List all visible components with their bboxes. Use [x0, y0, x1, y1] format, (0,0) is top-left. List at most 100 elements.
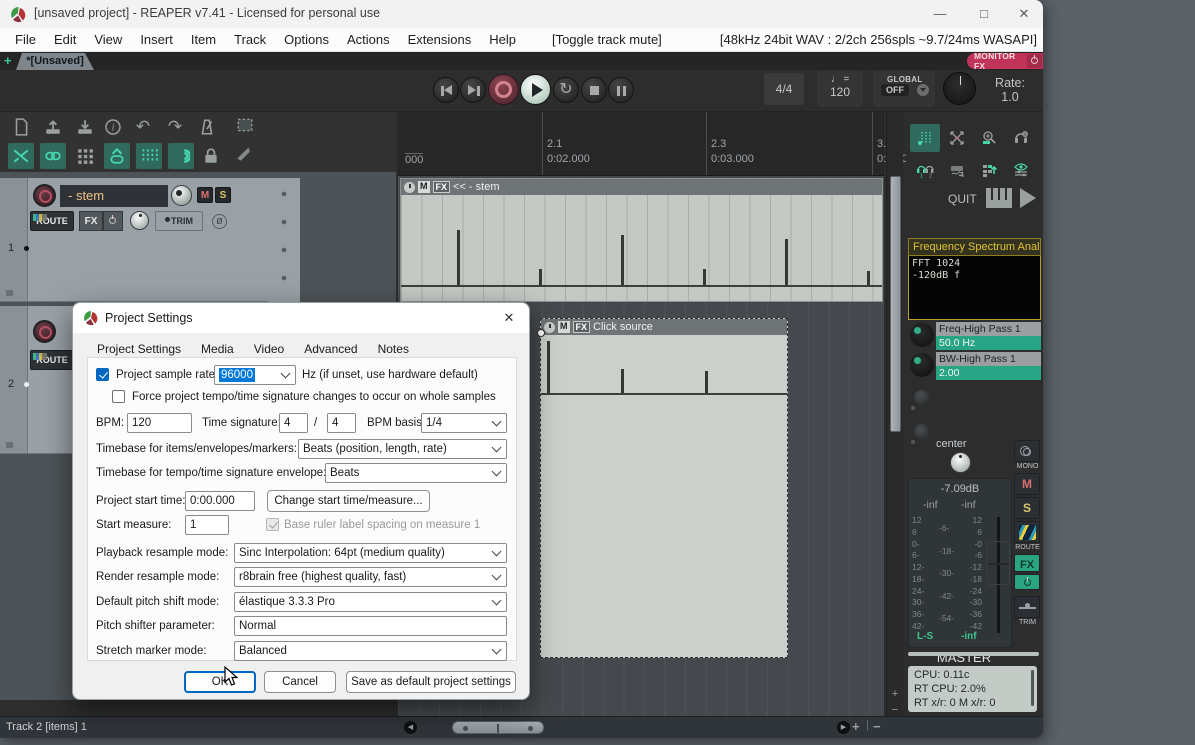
undo-icon[interactable]: ↶	[130, 114, 156, 140]
auto-crossfade-icon[interactable]	[8, 143, 34, 169]
start-measure-input[interactable]	[185, 515, 229, 535]
time-sig-numerator-input[interactable]	[279, 413, 308, 433]
master-channel-strip[interactable]: -7.09dB -inf -inf 1260-6-12-18-24-30-36-…	[908, 478, 1012, 648]
media-item-header[interactable]: M FX << - stem	[401, 179, 882, 195]
add-project-tab-button[interactable]: +	[4, 55, 12, 67]
perf-scrollbar[interactable]	[1031, 670, 1034, 706]
track1-fx-bypass-button[interactable]	[103, 211, 123, 231]
force-tempo-checkbox[interactable]	[112, 390, 125, 403]
time-sig-denominator-input[interactable]	[327, 413, 356, 433]
meter-mode[interactable]: L-S	[917, 631, 933, 642]
save-project-icon[interactable]	[72, 114, 98, 140]
menu-item[interactable]: Actions	[338, 32, 399, 47]
scroll-left-button[interactable]: ◀	[404, 721, 417, 734]
open-project-icon[interactable]	[40, 114, 66, 140]
track1-fx-button[interactable]: FX	[79, 211, 103, 231]
item-fx-button[interactable]: FX	[433, 181, 451, 193]
vertical-scrollbar-thumb[interactable]	[890, 176, 901, 432]
track1-phase-button[interactable]: ø	[212, 214, 227, 229]
rate-value[interactable]: 1.0	[984, 90, 1036, 104]
scroll-right-button[interactable]: ▶	[837, 721, 850, 734]
waveform-arrow-icon[interactable]	[942, 156, 972, 184]
bpm-basis-combo[interactable]: 1/4	[421, 413, 507, 433]
audio-device-status[interactable]: [48kHz 24bit WAV : 2/2ch 256spls ~9.7/24…	[720, 32, 1037, 47]
play-region-icon[interactable]	[1020, 188, 1036, 208]
fx-window-title[interactable]: Frequency Spectrum Anal	[908, 238, 1041, 256]
media-item-header[interactable]: M FX Click source	[541, 319, 787, 335]
vertical-zoom-out-button[interactable]: −	[887, 422, 903, 434]
menu-item[interactable]: Item	[182, 32, 225, 47]
quit-button[interactable]: QUIT	[948, 192, 977, 206]
virtual-keyboard-icon[interactable]	[986, 188, 1012, 208]
horizontal-zoom-in-button[interactable]: +	[852, 719, 860, 734]
horizontal-zoom-out-button[interactable]: −	[873, 719, 881, 734]
arrange-vertical-scrollbar[interactable]: − + −	[886, 112, 903, 716]
menu-item[interactable]: Options	[275, 32, 338, 47]
stop-button[interactable]	[581, 77, 607, 103]
timeline-ruler[interactable]: 000 2.10:02.000 2.30:03.000 3.10:04.0	[398, 112, 884, 176]
playrate-knob[interactable]	[943, 72, 976, 105]
go-to-end-button[interactable]	[460, 77, 486, 103]
pitch-param-input[interactable]	[234, 616, 507, 636]
headphones-12-icon[interactable]: 12	[910, 156, 940, 184]
track1-solo-button[interactable]: S	[215, 187, 231, 203]
pitch-mode-combo[interactable]: élastique 3.3.3 Pro	[234, 592, 507, 612]
item-fx-button[interactable]: FX	[573, 321, 591, 333]
title-bar[interactable]: [unsaved project] - REAPER v7.41 - Licen…	[0, 0, 1043, 28]
param-value[interactable]: 50.0 Hz	[936, 336, 1041, 350]
razor-edit-icon[interactable]	[230, 141, 256, 167]
dialog-title-bar[interactable]: Project Settings ✕	[73, 303, 529, 333]
change-start-time-button[interactable]: Change start time/measure...	[267, 490, 430, 512]
track1-trim-envelope-button[interactable]: TRIM	[155, 211, 203, 231]
track1-pan-knob[interactable]	[171, 185, 192, 206]
global-automation-control[interactable]: GLOBAL OFF	[873, 71, 935, 107]
maximize-button[interactable]: □	[969, 4, 999, 24]
menu-item[interactable]: File	[6, 32, 45, 47]
close-button[interactable]: ✕	[1009, 4, 1039, 24]
marquee-select-icon[interactable]	[232, 112, 258, 138]
go-to-start-button[interactable]	[433, 77, 459, 103]
lock-icon[interactable]	[198, 143, 224, 169]
show-envelopes-icon[interactable]	[1006, 156, 1036, 184]
track2-route-button[interactable]: ROUTE	[30, 350, 74, 370]
item-mute-button[interactable]: M	[558, 321, 570, 333]
cancel-button[interactable]: Cancel	[264, 671, 336, 693]
stretch-mode-combo[interactable]: Balanced	[234, 641, 507, 661]
envelope-points-icon[interactable]	[104, 143, 130, 169]
performance-meter[interactable]: CPU: 0.11c RT CPU: 2.0% RT x/r: 0 M x/r:…	[908, 666, 1037, 712]
zoom-out-all-icon[interactable]	[942, 124, 972, 152]
start-time-input[interactable]	[185, 491, 255, 511]
minimize-button[interactable]: —	[925, 4, 955, 24]
track1-name[interactable]: - stem	[60, 185, 168, 207]
grid-visible-icon[interactable]	[910, 124, 940, 152]
master-fx-bypass-button[interactable]	[1014, 574, 1040, 590]
master-fader-handle[interactable]	[987, 541, 1010, 585]
playback-resample-combo[interactable]: Sinc Interpolation: 64pt (medium quality…	[234, 543, 507, 563]
monitor-info-icon[interactable]: i	[1006, 124, 1036, 152]
bpm-value[interactable]: 120	[817, 85, 863, 99]
snap-magnet-icon[interactable]	[168, 143, 194, 169]
menu-item[interactable]: Extensions	[399, 32, 481, 47]
render-resample-combo[interactable]: r8brain free (highest quality, fast)	[234, 567, 507, 587]
insert-rows-icon[interactable]	[974, 156, 1004, 184]
item-grouping-icon[interactable]	[40, 143, 66, 169]
media-item-stem[interactable]: M FX << - stem	[400, 178, 883, 302]
spectrum-analyzer-display[interactable]: FFT 1024 -120dB f	[908, 256, 1041, 320]
spare-knob-2[interactable]	[914, 424, 929, 439]
item-mute-button[interactable]: M	[418, 181, 430, 193]
dialog-close-button[interactable]: ✕	[499, 308, 519, 328]
project-tab-unsaved[interactable]: *[Unsaved]	[16, 53, 94, 70]
vertical-zoom-in-button[interactable]: +	[887, 688, 903, 700]
track1-input-knob[interactable]	[130, 211, 149, 230]
master-fx-button[interactable]: FX	[1014, 554, 1040, 572]
track1-folder-icon[interactable]	[6, 290, 13, 296]
vertical-zoom-out2-button[interactable]: −	[887, 704, 903, 716]
tempo-display[interactable]: ♩ = 120	[817, 71, 863, 107]
time-signature-display[interactable]: 4/4	[764, 73, 804, 105]
track2-folder-icon[interactable]	[6, 442, 13, 448]
chevron-down-icon[interactable]	[917, 84, 929, 96]
repeat-button[interactable]: ↻	[553, 77, 579, 103]
menu-item[interactable]: Insert	[131, 32, 182, 47]
menu-item[interactable]: View	[85, 32, 131, 47]
timebase-tempo-combo[interactable]: Beats	[325, 463, 507, 483]
